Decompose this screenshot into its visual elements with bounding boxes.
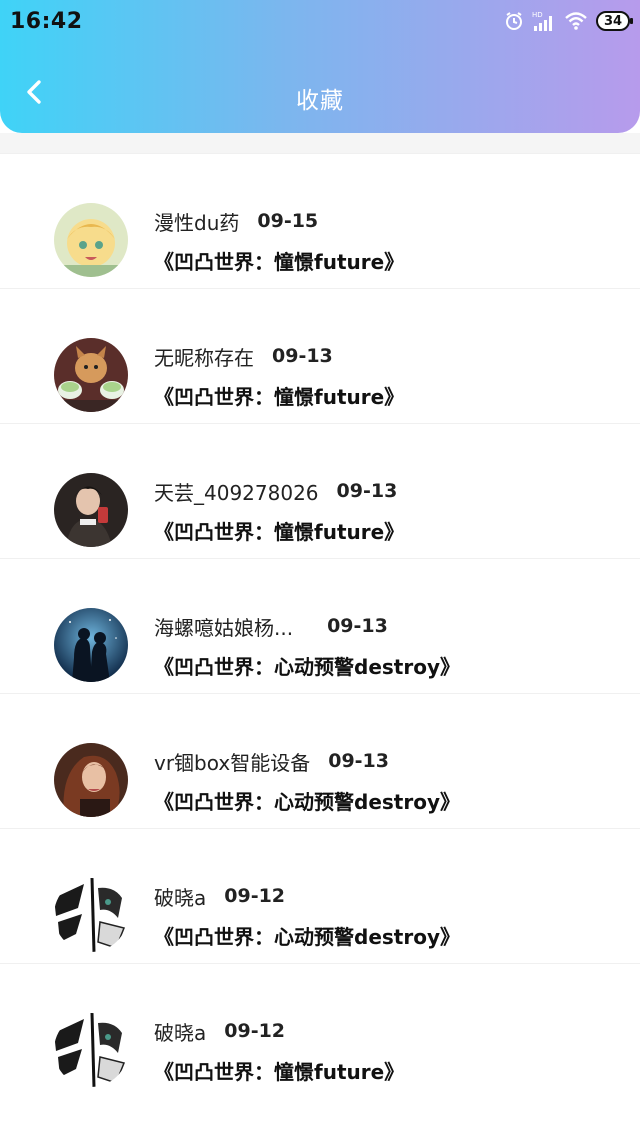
svg-text:HD: HD (532, 11, 543, 19)
favorites-list: 漫性du药 09-15 《凹凸世界：憧憬future》 无昵称存在 09-13 (0, 153, 640, 1098)
date: 09-13 (336, 480, 398, 502)
favorite-item[interactable]: 漫性du药 09-15 《凹凸世界：憧憬future》 (0, 153, 640, 288)
book-title[interactable]: 《凹凸世界：心动预警destroy》 (154, 786, 460, 815)
battery-icon: 34 (596, 11, 633, 31)
user-info: 天芸_409278026 09-13 (154, 477, 397, 505)
date: 09-13 (272, 345, 333, 367)
favorite-item[interactable]: vr锢box智能设备 09-13 《凹凸世界：心动预警destroy》 (0, 693, 640, 828)
user-info: vr锢box智能设备 09-13 (154, 747, 389, 775)
avatar[interactable] (54, 608, 128, 682)
date: 09-13 (327, 615, 388, 637)
battery-level: 34 (603, 13, 623, 29)
user-info: 漫性du药 09-15 (154, 207, 318, 235)
book-title[interactable]: 《凹凸世界：憧憬future》 (154, 1056, 404, 1085)
page-title: 收藏 (296, 88, 344, 114)
status-icons: HD 34 (504, 8, 633, 34)
favorite-item[interactable]: 海螺噫姑娘杨... 09-13 《凹凸世界：心动预警destroy》 (0, 558, 640, 693)
status-bar: 16:42 HD 34 (0, 0, 640, 44)
user-info: 破晓a 09-12 (154, 882, 285, 910)
date: 09-13 (328, 750, 389, 772)
hd-signal-icon: HD (532, 10, 556, 32)
date: 09-12 (224, 885, 286, 907)
avatar[interactable] (54, 338, 128, 412)
book-title[interactable]: 《凹凸世界：憧憬future》 (154, 246, 404, 275)
book-title[interactable]: 《凹凸世界：心动预警destroy》 (154, 921, 460, 950)
favorite-item[interactable]: 破晓a 09-12 《凹凸世界：心动预警destroy》 (0, 828, 640, 963)
wifi-icon (564, 11, 588, 31)
alarm-icon (504, 11, 524, 31)
date: 09-12 (224, 1020, 286, 1042)
username[interactable]: 天芸_409278026 (154, 477, 319, 506)
user-info: 无昵称存在 09-13 (154, 342, 333, 370)
favorite-item[interactable]: 天芸_409278026 09-13 《凹凸世界：憧憬future》 (0, 423, 640, 558)
header-banner: 16:42 HD 34 收藏 (0, 0, 640, 133)
book-title[interactable]: 《凹凸世界：心动预警destroy》 (154, 651, 460, 680)
section-divider (0, 133, 640, 153)
user-info: 破晓a 09-12 (154, 1017, 285, 1045)
favorite-item[interactable]: 破晓a 09-12 《凹凸世界：憧憬future》 (0, 963, 640, 1098)
favorite-item[interactable]: 无昵称存在 09-13 《凹凸世界：憧憬future》 (0, 288, 640, 423)
username[interactable]: 破晓a (154, 882, 206, 911)
date: 09-15 (257, 210, 319, 232)
avatar[interactable] (54, 743, 128, 817)
book-title[interactable]: 《凹凸世界：憧憬future》 (154, 516, 404, 545)
nav-bar: 收藏 (0, 60, 640, 132)
username[interactable]: vr锢box智能设备 (154, 747, 310, 776)
username[interactable]: 海螺噫姑娘杨... (154, 612, 293, 641)
status-time: 16:42 (10, 9, 83, 34)
avatar[interactable] (54, 203, 128, 277)
username[interactable]: 无昵称存在 (154, 342, 254, 371)
book-title[interactable]: 《凹凸世界：憧憬future》 (154, 381, 404, 410)
avatar[interactable] (54, 878, 128, 952)
user-info: 海螺噫姑娘杨... 09-13 (154, 612, 388, 640)
avatar[interactable] (54, 1013, 128, 1087)
username[interactable]: 漫性du药 (154, 207, 239, 236)
avatar[interactable] (54, 473, 128, 547)
username[interactable]: 破晓a (154, 1017, 206, 1046)
